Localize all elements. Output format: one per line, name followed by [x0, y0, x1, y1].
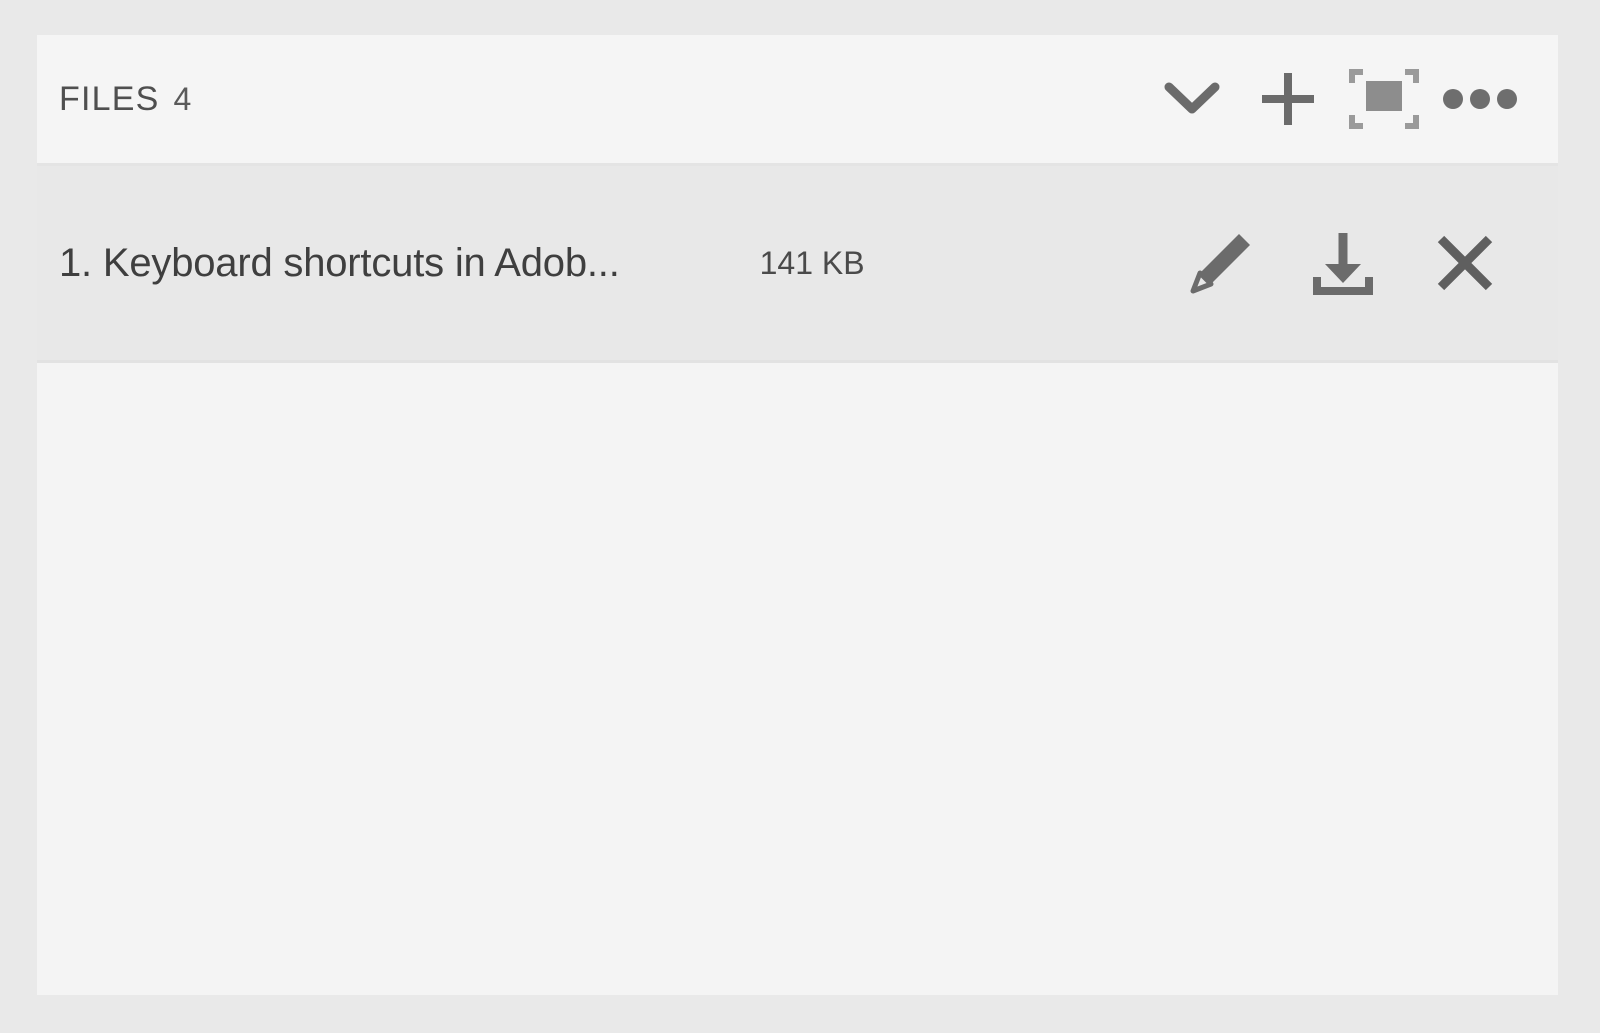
file-count-badge: 4: [173, 80, 192, 117]
file-list: 1. Keyboard shortcuts in Adob... 141 KB: [37, 166, 1558, 363]
row-action-bar: [1160, 202, 1526, 324]
file-size-label: 141 KB: [759, 244, 865, 281]
panel-header: FILES 4: [37, 35, 1558, 166]
more-options-button[interactable]: [1432, 51, 1528, 147]
pencil-icon: [1184, 226, 1258, 300]
file-name-label: 1. Keyboard shortcuts in Adob...: [59, 240, 620, 285]
download-file-button[interactable]: [1282, 202, 1404, 324]
page-title: FILES: [59, 79, 160, 118]
more-options-icon: [1442, 87, 1518, 111]
select-all-button[interactable]: [1336, 51, 1432, 147]
close-icon: [1433, 231, 1497, 295]
header-action-bar: [1144, 51, 1528, 147]
files-panel: FILES 4 1. Keyboard shortcuts in Adob...…: [37, 35, 1558, 995]
edit-file-button[interactable]: [1160, 202, 1282, 324]
plus-icon: [1257, 68, 1319, 130]
chevron-down-icon: [1163, 79, 1221, 119]
app-root: FILES 4 1. Keyboard shortcuts in Adob...…: [0, 0, 1600, 1033]
file-drop-area[interactable]: [37, 363, 1558, 995]
add-file-button[interactable]: [1240, 51, 1336, 147]
select-frame-icon: [1347, 65, 1421, 133]
panel-title-group: FILES 4: [59, 80, 191, 119]
collapse-button[interactable]: [1144, 51, 1240, 147]
download-icon: [1307, 227, 1379, 299]
remove-file-button[interactable]: [1404, 202, 1526, 324]
list-item[interactable]: 1. Keyboard shortcuts in Adob... 141 KB: [37, 166, 1558, 363]
